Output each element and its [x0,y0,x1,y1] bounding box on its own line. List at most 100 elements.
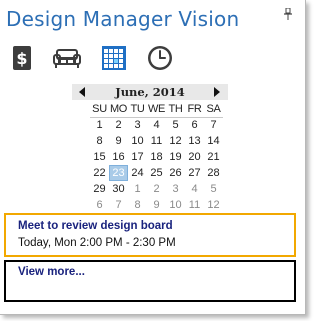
calendar-day[interactable]: 11 [147,133,166,149]
calendar-day[interactable]: 14 [204,133,223,149]
calendar-day-number: 10 [131,135,144,147]
calendar-day[interactable]: 12 [204,197,223,213]
calendar-day[interactable]: 2 [109,117,128,133]
calendar-day[interactable]: 27 [185,165,204,181]
calendar-week-row: 6 7 8 9 10 11 12 [90,197,223,213]
weekday-label: FR [187,103,202,115]
view-more-panel[interactable]: View more... [4,260,296,302]
calendar-day[interactable]: 6 [185,117,204,133]
calendar-day-number: 27 [188,167,201,179]
weekday-label: SA [206,103,221,115]
calendar-day-number: 1 [134,183,141,195]
furniture-button[interactable] [52,44,81,72]
calendar-day[interactable]: 24 [128,165,147,181]
calendar-day[interactable]: 4 [185,181,204,197]
weekday-label: TU [130,103,145,115]
weekday-label: WE [147,103,166,115]
calendar-day[interactable]: 5 [204,181,223,197]
calendar-day-number: 5 [172,119,179,131]
calendar-day[interactable]: 29 [90,181,109,197]
calendar-day[interactable]: 2 [147,181,166,197]
calendar-day[interactable]: 16 [109,149,128,165]
appointment-card[interactable]: Meet to review design board Today, Mon 2… [4,213,296,257]
calendar-day[interactable]: 10 [128,133,147,149]
calendar-day-number: 20 [188,151,201,163]
calendar-day[interactable]: 26 [166,165,185,181]
calendar-day-number: 14 [207,135,220,147]
calendar-day[interactable]: 3 [166,181,185,197]
calendar-day[interactable]: 17 [128,149,147,165]
previous-month-icon[interactable] [78,87,86,97]
calendar-day-number: 9 [153,199,160,211]
calendar-day-number: 3 [172,183,179,195]
calendar-day-number: 2 [153,183,160,195]
calendar-day[interactable]: 9 [109,133,128,149]
calendar-day-number: 1 [96,119,103,131]
weekday-divider [90,117,223,118]
calendar-day[interactable]: 8 [128,197,147,213]
calendar-day[interactable]: 20 [185,149,204,165]
calendar-day-number: 9 [115,135,122,147]
calendar-day[interactable]: 28 [204,165,223,181]
calendar-day-number: 23 [109,165,128,181]
calendar-day[interactable]: 30 [109,181,128,197]
calendar-day-number: 5 [210,183,217,195]
calendar-day[interactable]: 19 [166,149,185,165]
calendar-day[interactable]: 8 [90,133,109,149]
calendar-day-number: 13 [188,135,201,147]
calendar-day-number: 16 [112,151,125,163]
calendar-day[interactable]: 11 [185,197,204,213]
weekday-label: SU [92,103,107,115]
calendar-day-number: 7 [210,119,217,131]
calendar-grid-icon [102,46,126,70]
billing-button[interactable]: $ [10,44,38,72]
widget-panel: Design Manager Vision $ June, 2014 SU MO… [0,0,306,315]
calendar-day-number: 2 [115,119,122,131]
weekday-label: MO [109,103,128,115]
weekday-label: TH [168,103,183,115]
calendar-day[interactable]: 1 [128,181,147,197]
calendar-button[interactable] [100,44,128,72]
calendar-day-number: 6 [96,199,103,211]
calendar-day-number: 4 [191,183,198,195]
calendar-day-number: 8 [96,135,103,147]
calendar-day-number: 11 [150,135,163,147]
calendar-day-number: 26 [169,167,182,179]
weekday-row: SU MO TU WE TH FR SA [90,101,223,117]
calendar-day-number: 7 [115,199,122,211]
calendar-day[interactable]: 22 [90,165,109,181]
calendar-day[interactable]: 10 [166,197,185,213]
next-month-icon[interactable] [213,87,221,97]
calendar-day[interactable]: 25 [147,165,166,181]
calendar-day-number: 22 [93,167,106,179]
calendar-day[interactable]: 6 [90,197,109,213]
calendar-day-number: 10 [169,199,182,211]
calendar-day[interactable]: 3 [128,117,147,133]
calendar-day-selected[interactable]: 23 [109,165,128,181]
calendar-weeks: 1 2 3 4 5 6 7 8 9 10 11 12 13 14 15 16 17 18 19 20 21 22 23 24 2… [90,117,223,213]
calendar-day-number: 18 [150,151,163,163]
calendar-day[interactable]: 4 [147,117,166,133]
svg-text:$: $ [16,49,27,68]
calendar-day[interactable]: 18 [147,149,166,165]
calendar-day[interactable]: 21 [204,149,223,165]
calendar-day-number: 8 [134,199,141,211]
calendar-week-row: 8 9 10 11 12 13 14 [90,133,223,149]
calendar-day[interactable]: 1 [90,117,109,133]
calendar-day[interactable]: 5 [166,117,185,133]
calendar-day[interactable]: 7 [109,197,128,213]
pin-icon[interactable] [283,8,293,20]
appointment-title[interactable]: Meet to review design board [18,220,173,232]
calendar-day[interactable]: 7 [204,117,223,133]
schedule-button[interactable] [146,44,174,72]
calendar-day-number: 29 [93,183,106,195]
calendar-day[interactable]: 13 [185,133,204,149]
calendar-day-number: 17 [131,151,144,163]
calendar-day[interactable]: 9 [147,197,166,213]
calendar-day-number: 19 [169,151,182,163]
calendar-day-number: 30 [112,183,125,195]
calendar-day[interactable]: 12 [166,133,185,149]
calendar-day-number: 6 [191,119,198,131]
calendar-day[interactable]: 15 [90,149,109,165]
view-more-link[interactable]: View more... [18,266,85,278]
